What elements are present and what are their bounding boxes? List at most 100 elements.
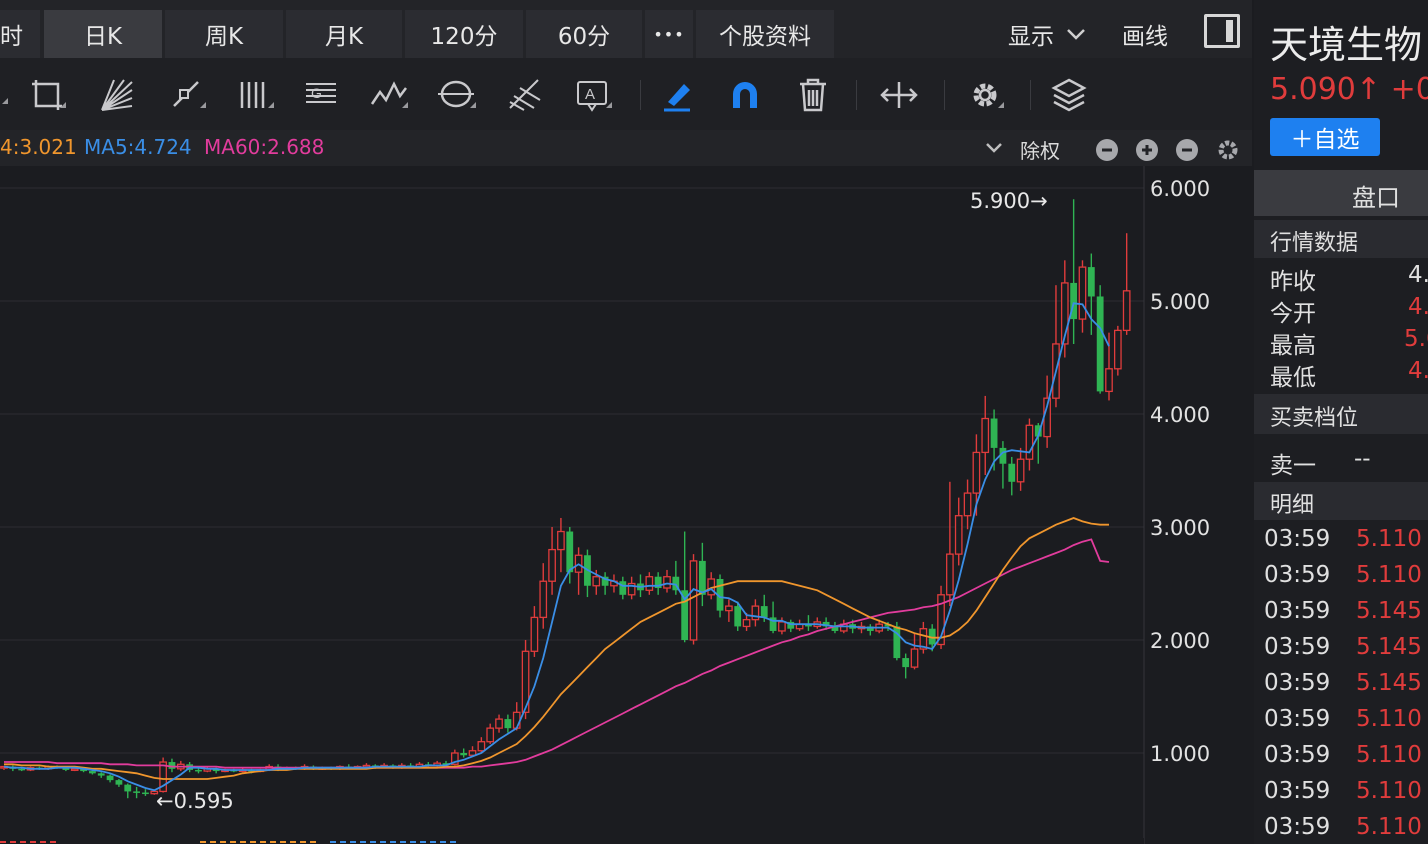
tab-stock-profile-label: 个股资料 (719, 24, 811, 50)
candle-body-up (477, 741, 486, 752)
candle-body-down (1087, 267, 1095, 297)
price-tick-label: 5.000 (1150, 290, 1210, 314)
tick-time: 03:59 (1264, 670, 1331, 696)
tab-daily-k-label: 日K (83, 24, 123, 50)
chevron-down-icon (1067, 29, 1085, 40)
display-menu-button[interactable]: 显示 (1008, 10, 1088, 58)
high-value: 5.0 (1404, 326, 1428, 352)
kline-chart[interactable]: 6.000 5.000 4.000 3.000 2.000 1.000 5.900→ ←0… (0, 166, 1252, 844)
candle-body-down (566, 531, 574, 573)
more-periods-button[interactable]: ••• (645, 10, 693, 58)
prev-close-value: 4. (1408, 262, 1428, 288)
candle-body-down (1096, 296, 1104, 392)
tick-time: 03:59 (1264, 526, 1331, 552)
tab-60min[interactable]: 60分 (526, 10, 642, 58)
candle-body-up (963, 492, 972, 517)
candle-body-down (124, 784, 132, 792)
gear-icon[interactable] (964, 74, 1006, 116)
tab-weekly-k[interactable]: 周K (165, 10, 283, 58)
price-tick-label: 1.000 (1150, 742, 1210, 766)
wave-icon[interactable] (368, 74, 410, 116)
toolbar-divider (856, 80, 857, 110)
rect-select-icon[interactable] (26, 74, 68, 116)
stock-name: 天境生物 (1270, 23, 1423, 67)
tab-60min-label: 60分 (557, 24, 611, 50)
candle-body-up (495, 718, 503, 729)
zoom-h-icon[interactable] (878, 74, 920, 116)
draw-line-button[interactable]: 画线 (1122, 10, 1168, 58)
tick-time: 03:59 (1264, 706, 1331, 732)
segment-icon[interactable] (166, 74, 208, 116)
candle-body-down (619, 581, 627, 595)
candle-body-up (530, 616, 539, 652)
toolbar-divider (944, 80, 945, 110)
candle-body-down (115, 780, 123, 785)
bottom-indicator-strip (0, 838, 1144, 844)
display-menu-label: 显示 (1008, 24, 1054, 50)
fork-icon[interactable] (504, 74, 546, 116)
tick-price: 5.145 (1356, 598, 1422, 624)
adjust-mode-select[interactable]: 除权 (1020, 135, 1060, 164)
chevron-down-icon[interactable] (984, 140, 1004, 156)
trash-icon[interactable] (792, 74, 834, 116)
tick-time: 03:59 (1264, 814, 1331, 840)
cycle-icon[interactable] (436, 74, 478, 116)
text-box-icon[interactable]: A (572, 74, 614, 116)
ma5-line (3, 302, 1110, 792)
gann-icon[interactable]: G (300, 74, 342, 116)
tab-timeshare[interactable]: 时 (0, 10, 40, 58)
parallel-lines-icon[interactable] (234, 74, 276, 116)
tab-order-book-label: 盘口 (1352, 184, 1400, 212)
add-watchlist-button[interactable]: ＋自选 (1270, 118, 1380, 156)
candle-body-down (760, 606, 768, 618)
candle-body-up (539, 580, 548, 619)
candle-body-up (548, 548, 556, 582)
candle-body-up (486, 727, 495, 743)
candle-body-up (557, 530, 565, 551)
tick-price: 5.145 (1356, 634, 1422, 660)
pen-icon[interactable] (656, 74, 698, 116)
tick-price: 5.110 (1356, 562, 1422, 588)
toggle-side-panel-icon[interactable] (1204, 14, 1240, 48)
svg-text:G: G (311, 85, 322, 101)
quote-side-panel: 天境生物 5.090↑ +0 ＋自选 盘口 行情数据 昨收 4. 今开 4. 最… (1254, 0, 1428, 844)
tick-time: 03:59 (1264, 598, 1331, 624)
section-trade-detail: 明细 (1254, 482, 1428, 520)
candle-body-up (645, 576, 654, 591)
candle-body-up (70, 768, 79, 771)
candle-body-up (946, 553, 954, 596)
tab-daily-k[interactable]: 日K (44, 10, 162, 58)
candle-body-up (512, 711, 521, 729)
svg-text:A: A (585, 86, 595, 103)
layers-icon[interactable] (1048, 74, 1090, 116)
chart-grid (0, 187, 1144, 754)
magnet-icon[interactable] (724, 74, 766, 116)
candle-body-down (902, 658, 910, 668)
collapse-icon[interactable] (1096, 139, 1118, 161)
section-quote-data-label: 行情数据 (1270, 231, 1359, 256)
tick-price: 5.110 (1356, 742, 1422, 768)
tab-monthly-k-label: 月K (324, 24, 364, 50)
settings-gear-icon[interactable] (1216, 138, 1240, 162)
tab-monthly-k[interactable]: 月K (286, 10, 402, 58)
tab-order-book[interactable]: 盘口 (1254, 170, 1428, 216)
add-watchlist-label: ＋自选 (1290, 127, 1360, 153)
tab-stock-profile[interactable]: 个股资料 (696, 10, 834, 58)
tab-120min[interactable]: 120分 (405, 10, 523, 58)
candle-body-down (195, 769, 202, 772)
candle-body-down (734, 606, 742, 627)
candle-body-up (1113, 329, 1122, 370)
open-label: 今开 (1270, 301, 1316, 327)
tab-timeshare-label: 时 (0, 24, 23, 50)
tick-price: 5.145 (1356, 670, 1422, 696)
candle-body-up (1122, 290, 1131, 332)
tick-time: 03:59 (1264, 634, 1331, 660)
ma10-line (4, 517, 1109, 780)
candle-body-up (981, 417, 990, 454)
zoom-in-icon[interactable] (1136, 139, 1158, 161)
section-order-levels: 买卖档位 (1254, 394, 1428, 434)
candle-body-up (778, 621, 786, 632)
zoom-out-icon[interactable] (1176, 139, 1198, 161)
fan-icon[interactable] (96, 74, 138, 116)
section-order-levels-label: 买卖档位 (1270, 406, 1359, 431)
